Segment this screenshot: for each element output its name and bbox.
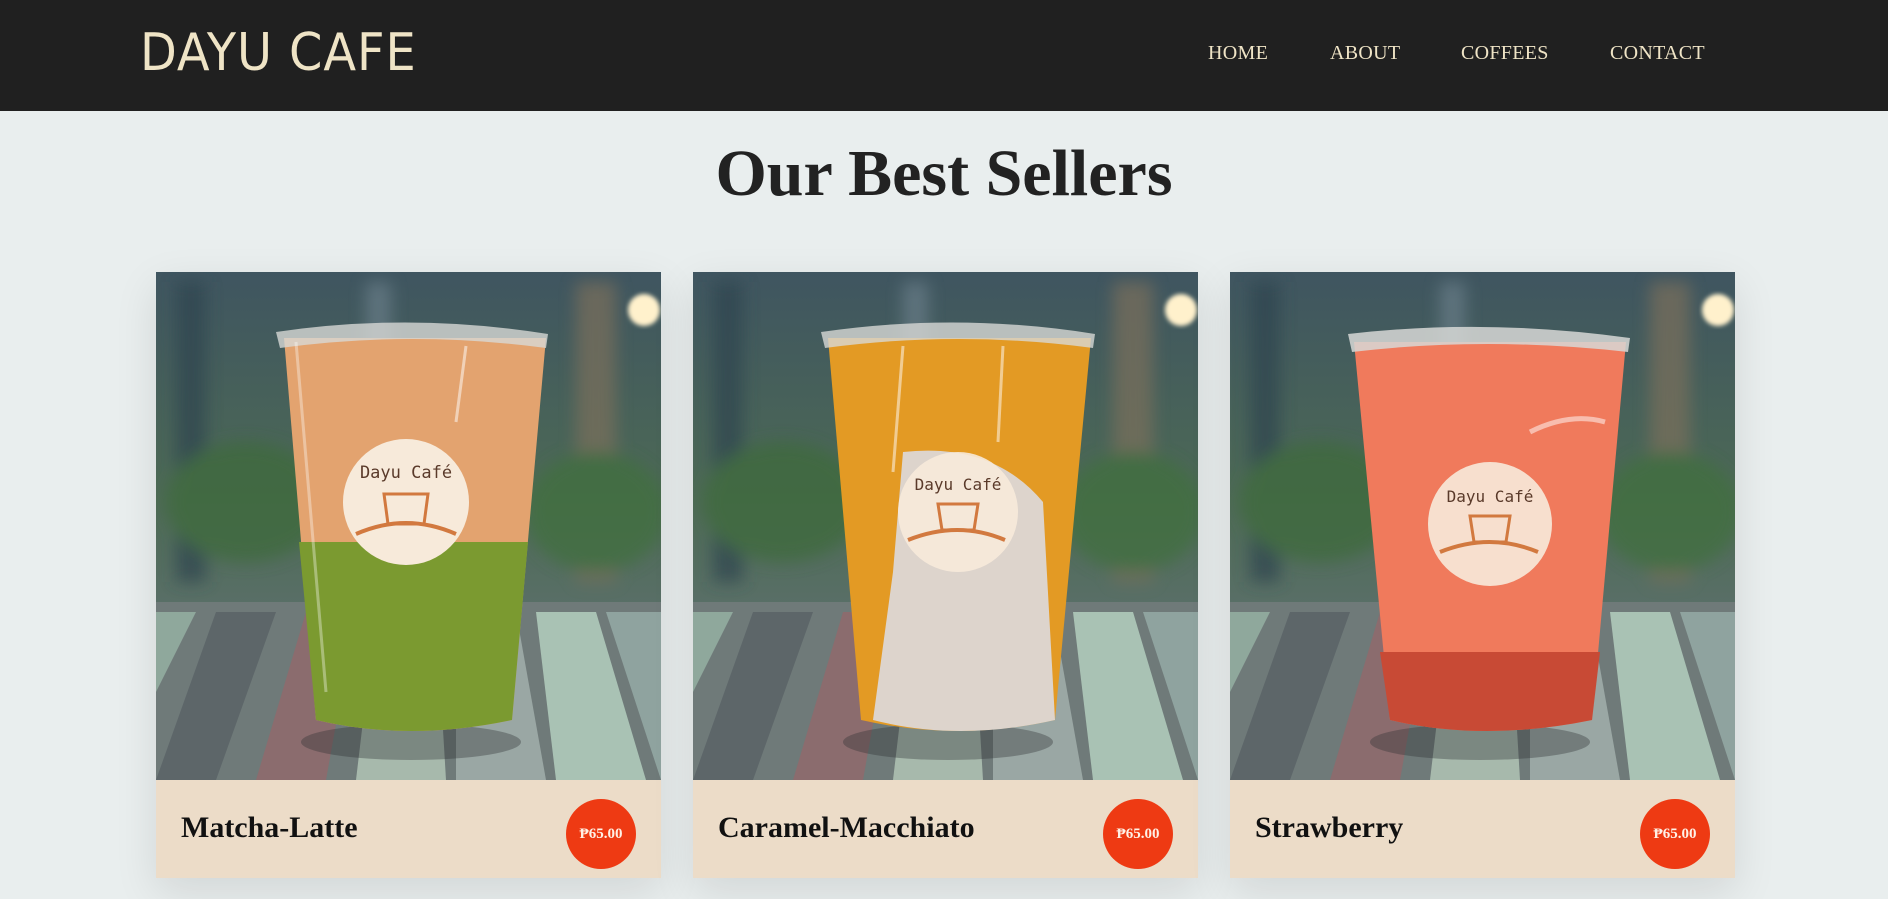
- drink-photo-illustration: Dayu Café: [693, 272, 1198, 780]
- nav-coffees-link[interactable]: COFFEES: [1461, 40, 1549, 66]
- product-card[interactable]: Dayu Café Strawberry ₱65.00: [1230, 272, 1735, 878]
- svg-text:Dayu Café: Dayu Café: [360, 463, 452, 483]
- product-name: Caramel-Macchiato: [718, 811, 975, 844]
- nav-home-link[interactable]: HOME: [1208, 40, 1268, 66]
- price-badge: ₱65.00: [1103, 799, 1173, 869]
- best-sellers-heading: Our Best Sellers: [715, 137, 1173, 210]
- nav-about-link[interactable]: ABOUT: [1330, 40, 1400, 66]
- drink-photo-illustration: Dayu Café: [156, 272, 661, 780]
- main-nav: HOME ABOUT COFFEES CONTACT: [0, 40, 1888, 66]
- nav-contact-link[interactable]: CONTACT: [1610, 40, 1705, 66]
- product-card[interactable]: Dayu Café Matcha-Latte ₱65.00: [156, 272, 661, 878]
- svg-text:Dayu Café: Dayu Café: [1447, 487, 1534, 506]
- product-name: Strawberry: [1255, 811, 1404, 844]
- product-card[interactable]: Dayu Café Caramel-Macchiato ₱65.00: [693, 272, 1198, 878]
- card-footer: Caramel-Macchiato ₱65.00: [693, 780, 1198, 878]
- navbar: DAYU CAFE HOME ABOUT COFFEES CONTACT: [0, 0, 1888, 111]
- product-photo: Dayu Café: [1230, 272, 1735, 780]
- card-footer: Matcha-Latte ₱65.00: [156, 780, 661, 878]
- price-badge: ₱65.00: [566, 799, 636, 869]
- price-badge: ₱65.00: [1640, 799, 1710, 869]
- product-name: Matcha-Latte: [181, 811, 358, 844]
- card-footer: Strawberry ₱65.00: [1230, 780, 1735, 878]
- drink-photo-illustration: Dayu Café: [1230, 272, 1735, 780]
- product-photo: Dayu Café: [156, 272, 661, 780]
- svg-text:Dayu Café: Dayu Café: [915, 475, 1002, 494]
- product-photo: Dayu Café: [693, 272, 1198, 780]
